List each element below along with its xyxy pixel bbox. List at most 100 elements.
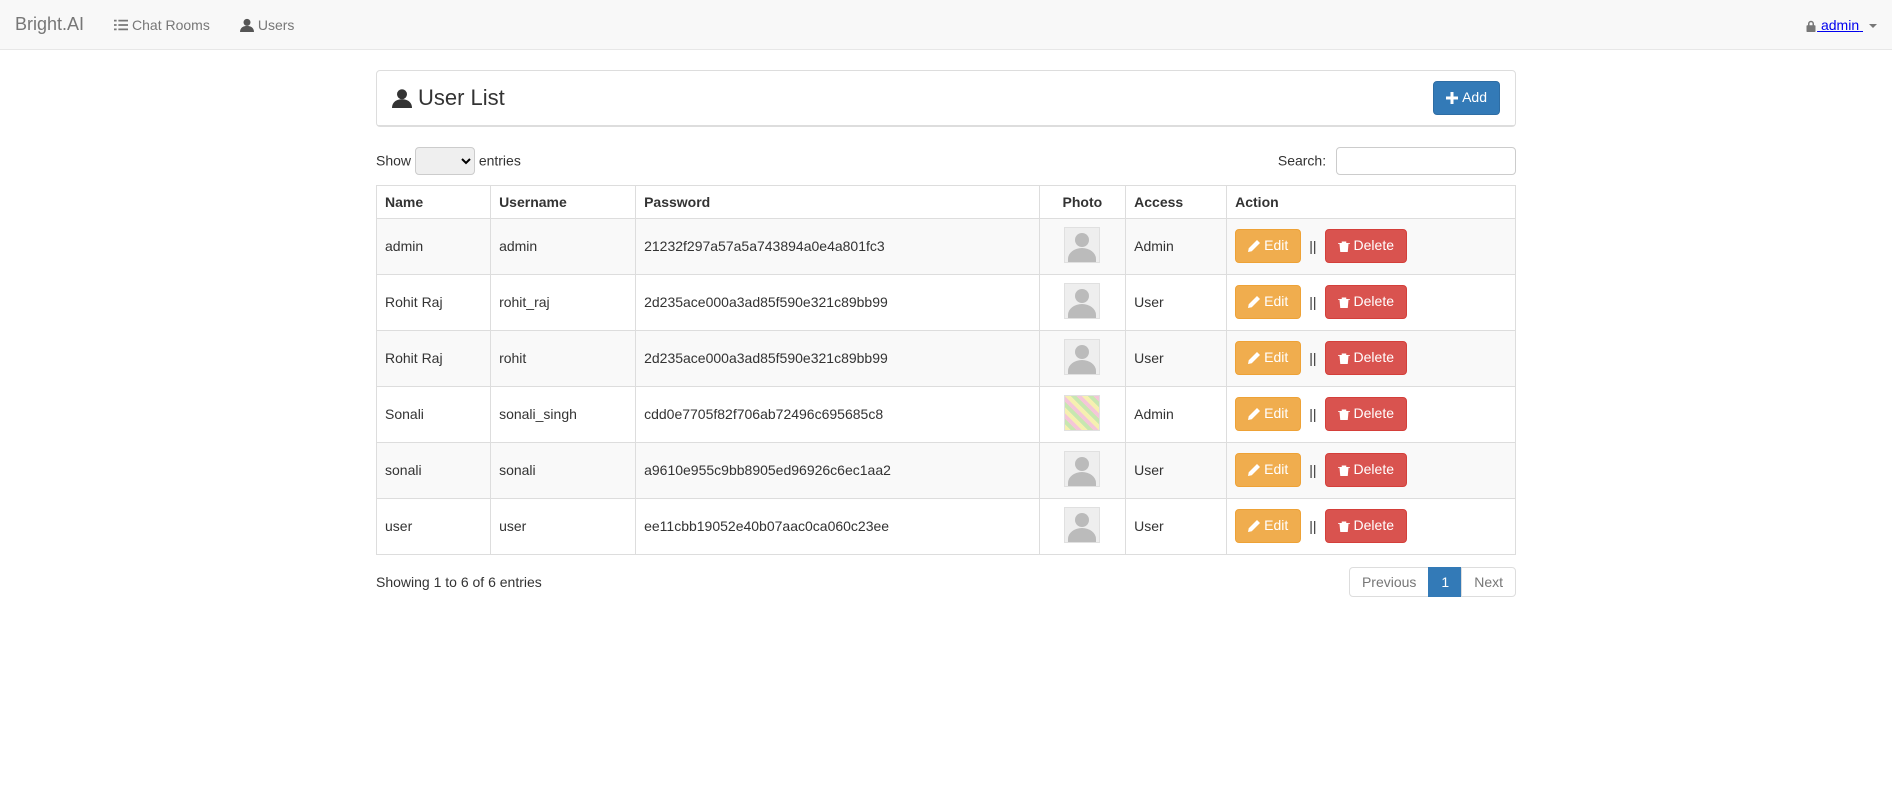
search-control: Search:	[1278, 147, 1516, 175]
length-control: Show entries	[376, 147, 521, 175]
main-container: User List Add Show entries Search: Name …	[361, 50, 1531, 617]
trash-icon	[1338, 296, 1350, 308]
nav-users-label: Users	[258, 17, 295, 33]
datatable-info: Showing 1 to 6 of 6 entries	[376, 574, 542, 590]
cell-access: User	[1126, 330, 1227, 386]
cell-photo	[1039, 330, 1126, 386]
edit-button-label: Edit	[1264, 236, 1288, 256]
pencil-icon	[1248, 352, 1260, 364]
search-input[interactable]	[1336, 147, 1516, 175]
panel-title-text: User List	[418, 85, 505, 111]
entries-label: entries	[479, 152, 521, 168]
cell-photo	[1039, 498, 1126, 554]
search-label: Search:	[1278, 152, 1326, 168]
user-list-panel: User List Add	[376, 70, 1516, 127]
table-header-row: Name Username Password Photo Access Acti…	[377, 185, 1516, 218]
panel-heading: User List Add	[377, 71, 1515, 126]
table-row: Rohit Rajrohit_raj2d235ace000a3ad85f590e…	[377, 274, 1516, 330]
col-photo[interactable]: Photo	[1039, 185, 1126, 218]
caret-down-icon	[1869, 24, 1877, 28]
action-separator: ||	[1309, 294, 1316, 310]
cell-photo	[1039, 386, 1126, 442]
cell-username: rohit	[491, 330, 636, 386]
cell-name: Rohit Raj	[377, 274, 491, 330]
action-separator: ||	[1309, 350, 1316, 366]
datatable-footer: Showing 1 to 6 of 6 entries Previous 1 N…	[376, 567, 1516, 597]
trash-icon	[1338, 520, 1350, 532]
edit-button[interactable]: Edit	[1235, 453, 1301, 487]
cell-password: 2d235ace000a3ad85f590e321c89bb99	[636, 330, 1039, 386]
nav-admin-dropdown[interactable]: admin	[1805, 17, 1877, 33]
col-username[interactable]: Username	[491, 185, 636, 218]
cell-name: Sonali	[377, 386, 491, 442]
delete-button[interactable]: Delete	[1325, 397, 1407, 431]
avatar	[1064, 507, 1100, 543]
pagination-previous[interactable]: Previous	[1349, 567, 1429, 597]
panel-title: User List	[392, 85, 505, 111]
delete-button[interactable]: Delete	[1325, 453, 1407, 487]
cell-access: Admin	[1126, 218, 1227, 274]
delete-button-label: Delete	[1354, 348, 1394, 368]
add-button[interactable]: Add	[1433, 81, 1500, 115]
edit-button-label: Edit	[1264, 348, 1288, 368]
cell-name: sonali	[377, 442, 491, 498]
nav-users[interactable]: Users	[225, 2, 310, 48]
cell-access: Admin	[1126, 386, 1227, 442]
delete-button[interactable]: Delete	[1325, 229, 1407, 263]
navbar: Bright.AI Chat Rooms Users admin	[0, 0, 1892, 50]
edit-button-label: Edit	[1264, 460, 1288, 480]
edit-button-label: Edit	[1264, 404, 1288, 424]
edit-button[interactable]: Edit	[1235, 341, 1301, 375]
trash-icon	[1338, 352, 1350, 364]
cell-access: User	[1126, 274, 1227, 330]
edit-button[interactable]: Edit	[1235, 229, 1301, 263]
page-length-select[interactable]	[415, 147, 475, 175]
table-row: Rohit Rajrohit2d235ace000a3ad85f590e321c…	[377, 330, 1516, 386]
cell-access: User	[1126, 442, 1227, 498]
delete-button-label: Delete	[1354, 460, 1394, 480]
user-icon	[240, 18, 254, 32]
trash-icon	[1338, 240, 1350, 252]
lock-icon	[1805, 20, 1817, 32]
brand-link[interactable]: Bright.AI	[15, 14, 99, 35]
cell-username: user	[491, 498, 636, 554]
delete-button-label: Delete	[1354, 292, 1394, 312]
edit-button[interactable]: Edit	[1235, 285, 1301, 319]
pencil-icon	[1248, 240, 1260, 252]
col-password[interactable]: Password	[636, 185, 1039, 218]
delete-button[interactable]: Delete	[1325, 341, 1407, 375]
nav-chat-rooms-label: Chat Rooms	[132, 17, 210, 33]
pagination-page-1[interactable]: 1	[1428, 567, 1462, 597]
edit-button-label: Edit	[1264, 516, 1288, 536]
cell-password: 21232f297a57a5a743894a0e4a801fc3	[636, 218, 1039, 274]
pagination: Previous 1 Next	[1350, 567, 1516, 597]
cell-name: user	[377, 498, 491, 554]
users-table: Name Username Password Photo Access Acti…	[376, 185, 1516, 555]
plus-icon	[1446, 92, 1458, 104]
pencil-icon	[1248, 408, 1260, 420]
cell-name: admin	[377, 218, 491, 274]
edit-button[interactable]: Edit	[1235, 509, 1301, 543]
cell-action: Edit|| Delete	[1227, 218, 1516, 274]
delete-button[interactable]: Delete	[1325, 509, 1407, 543]
cell-password: ee11cbb19052e40b07aac0ca060c23ee	[636, 498, 1039, 554]
col-name[interactable]: Name	[377, 185, 491, 218]
col-access[interactable]: Access	[1126, 185, 1227, 218]
delete-button[interactable]: Delete	[1325, 285, 1407, 319]
cell-action: Edit || Delete	[1227, 330, 1516, 386]
avatar	[1064, 395, 1100, 431]
pencil-icon	[1248, 296, 1260, 308]
avatar	[1064, 339, 1100, 375]
delete-button-label: Delete	[1354, 236, 1394, 256]
edit-button[interactable]: Edit	[1235, 397, 1301, 431]
nav-chat-rooms[interactable]: Chat Rooms	[99, 2, 225, 48]
pagination-next[interactable]: Next	[1461, 567, 1516, 597]
table-row: adminadmin21232f297a57a5a743894a0e4a801f…	[377, 218, 1516, 274]
col-action[interactable]: Action	[1227, 185, 1516, 218]
table-row: sonalisonalia9610e955c9bb8905ed96926c6ec…	[377, 442, 1516, 498]
add-button-label: Add	[1462, 88, 1487, 108]
edit-button-label: Edit	[1264, 292, 1288, 312]
datatable-controls: Show entries Search:	[376, 147, 1516, 175]
cell-photo	[1039, 274, 1126, 330]
cell-action: Edit|| Delete	[1227, 386, 1516, 442]
